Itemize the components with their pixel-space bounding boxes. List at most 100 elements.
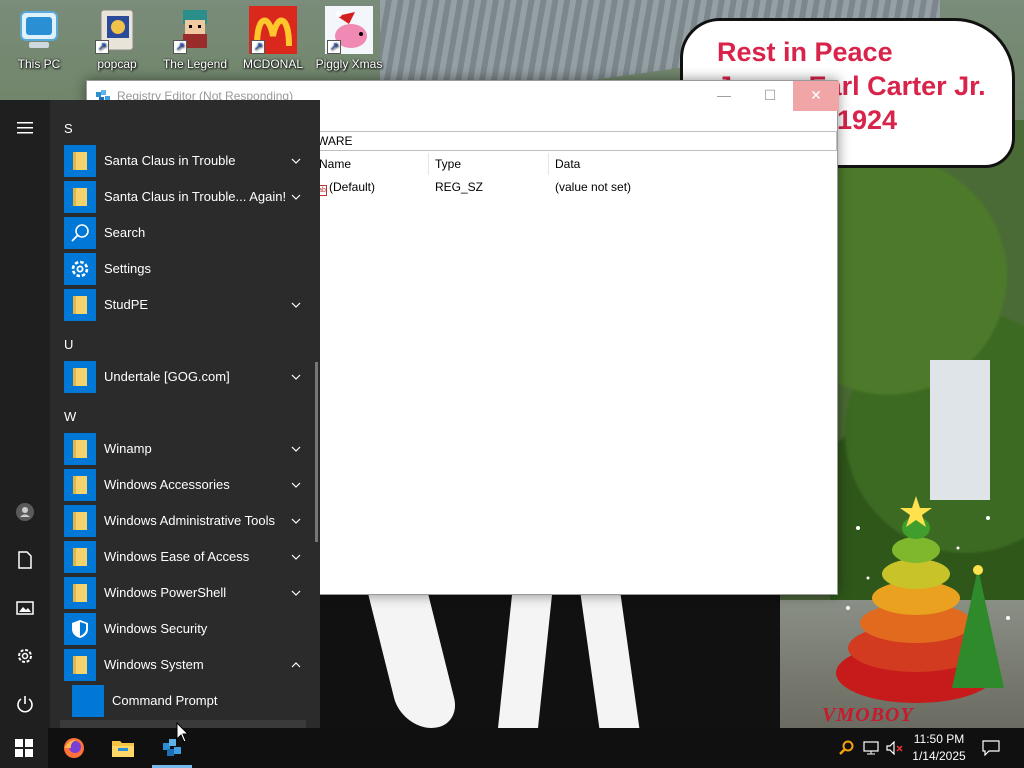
chevron-down-icon[interactable] (288, 287, 304, 323)
pig-icon: ↗ (325, 6, 373, 54)
folder-icon (64, 361, 96, 393)
start-menu: S Santa Claus in Trouble Santa Claus in … (0, 100, 320, 728)
user-icon[interactable] (0, 488, 50, 536)
folder-icon (64, 541, 96, 573)
windows-start-icon[interactable] (0, 728, 48, 768)
shield-icon (64, 613, 96, 645)
documents-icon[interactable] (0, 536, 50, 584)
column-header-name[interactable]: Name (313, 153, 429, 175)
column-header-data[interactable]: Data (549, 153, 829, 175)
app-windows-security[interactable]: Windows Security (60, 611, 316, 647)
app-label: Santa Claus in Trouble (104, 153, 236, 168)
app-settings[interactable]: Settings (60, 251, 316, 287)
value-list-header: Name Type Data (313, 153, 837, 175)
table-row[interactable]: ab (Default) REG_SZ (value not set) (313, 176, 837, 198)
app-label: Windows Administrative Tools (104, 513, 275, 528)
app-windows-accessories[interactable]: Windows Accessories (60, 467, 316, 503)
desktop-icon-label: The Legend (162, 57, 228, 71)
desktop-icon-the-legend[interactable]: ↗ The Legend (160, 6, 230, 71)
start-rail (0, 100, 50, 728)
game-character-icon: ↗ (171, 6, 219, 54)
folder-icon (64, 289, 96, 321)
folder-icon (64, 469, 96, 501)
desktop-icon-label: popcap (97, 57, 137, 71)
app-label: Santa Claus in Trouble... Again! (104, 189, 287, 204)
column-header-type[interactable]: Type (429, 153, 549, 175)
app-windows-powershell[interactable]: Windows PowerShell (60, 575, 316, 611)
christmas-tree-icon (836, 496, 1010, 703)
mcdonalds-icon: ↗ (249, 6, 297, 54)
app-winamp[interactable]: Winamp (60, 431, 316, 467)
section-header-w[interactable]: W (64, 409, 76, 424)
app-search[interactable]: Search (60, 215, 316, 251)
taskbar (0, 728, 1024, 768)
memorial-line-1: Rest in Peace (717, 37, 893, 67)
app-santa-claus-in-trouble-again[interactable]: Santa Claus in Trouble... Again! (60, 179, 316, 215)
row-name: (Default) (329, 180, 376, 194)
popcap-icon: ↗ (93, 6, 141, 54)
chevron-down-icon[interactable] (288, 143, 304, 179)
app-label: Windows Security (104, 621, 208, 636)
row-data: (value not set) (555, 180, 632, 194)
app-label: Settings (104, 261, 151, 276)
app-label: Windows PowerShell (104, 585, 227, 600)
app-studpe[interactable]: StudPE (60, 287, 316, 323)
scrollbar[interactable] (315, 362, 318, 542)
power-icon[interactable] (0, 680, 50, 728)
maximize-button[interactable]: ☐ (747, 81, 793, 111)
app-label: Windows Accessories (104, 477, 230, 492)
chevron-down-icon[interactable] (288, 179, 304, 215)
desktop-icon-this-pc[interactable]: This PC (4, 6, 74, 71)
gear-icon[interactable] (0, 632, 50, 680)
search-tray-icon[interactable] (836, 728, 856, 768)
search-icon (64, 217, 96, 249)
folder-icon (64, 505, 96, 537)
folder-icon (64, 433, 96, 465)
section-header-u[interactable]: U (64, 337, 73, 352)
folder-icon (64, 145, 96, 177)
app-list[interactable]: S Santa Claus in Trouble Santa Claus in … (50, 100, 320, 728)
chevron-down-icon[interactable] (288, 467, 304, 503)
address-bar[interactable]: WARE (313, 131, 837, 151)
computer-icon (15, 6, 63, 54)
desktop-icon-label: MCDONAL (242, 57, 303, 71)
chevron-up-icon[interactable] (288, 647, 304, 683)
app-label: Undertale [GOG.com] (104, 369, 230, 384)
app-label: Command Prompt (112, 693, 218, 708)
app-windows-system[interactable]: Windows System (60, 647, 316, 683)
taskbar-clock[interactable]: 11:50 PM 1/14/2025 (904, 731, 974, 765)
folder-icon (64, 649, 96, 681)
clock-time: 11:50 PM (913, 732, 965, 746)
clock-date: 1/14/2025 (912, 749, 966, 763)
app-command-prompt[interactable]: Command Prompt (60, 683, 316, 719)
section-header-s[interactable]: S (64, 121, 73, 136)
file-explorer-icon[interactable] (99, 728, 147, 768)
volume-muted-icon[interactable] (884, 728, 906, 768)
minimize-button[interactable]: — (701, 81, 747, 111)
app-windows-administrative-tools[interactable]: Windows Administrative Tools (60, 503, 316, 539)
gear-icon (64, 253, 96, 285)
notification-icon[interactable] (978, 728, 1004, 768)
close-button[interactable]: ✕ (793, 81, 839, 111)
chevron-down-icon[interactable] (288, 359, 304, 395)
mouse-cursor-icon (176, 722, 190, 743)
hamburger-icon[interactable] (0, 104, 50, 152)
folder-icon (64, 181, 96, 213)
pictures-icon[interactable] (0, 584, 50, 632)
desktop-icon-piggly-xmas[interactable]: ↗ Piggly Xmas (314, 6, 384, 71)
desktop-icon-popcap[interactable]: ↗ popcap (82, 6, 152, 71)
chevron-down-icon[interactable] (288, 503, 304, 539)
chevron-down-icon[interactable] (288, 539, 304, 575)
app-undertale[interactable]: Undertale [GOG.com] (60, 359, 316, 395)
folder-icon (64, 577, 96, 609)
network-icon[interactable] (860, 728, 882, 768)
chevron-down-icon[interactable] (288, 431, 304, 467)
desktop-icon-mcdonal[interactable]: ↗ MCDONAL (238, 6, 308, 71)
command-prompt-icon (72, 685, 104, 717)
app-label: Winamp (104, 441, 152, 456)
app-santa-claus-in-trouble[interactable]: Santa Claus in Trouble (60, 143, 316, 179)
firefox-icon[interactable] (50, 728, 98, 768)
row-name-cell: ab (Default) (317, 176, 375, 198)
app-windows-ease-of-access[interactable]: Windows Ease of Access (60, 539, 316, 575)
chevron-down-icon[interactable] (288, 575, 304, 611)
